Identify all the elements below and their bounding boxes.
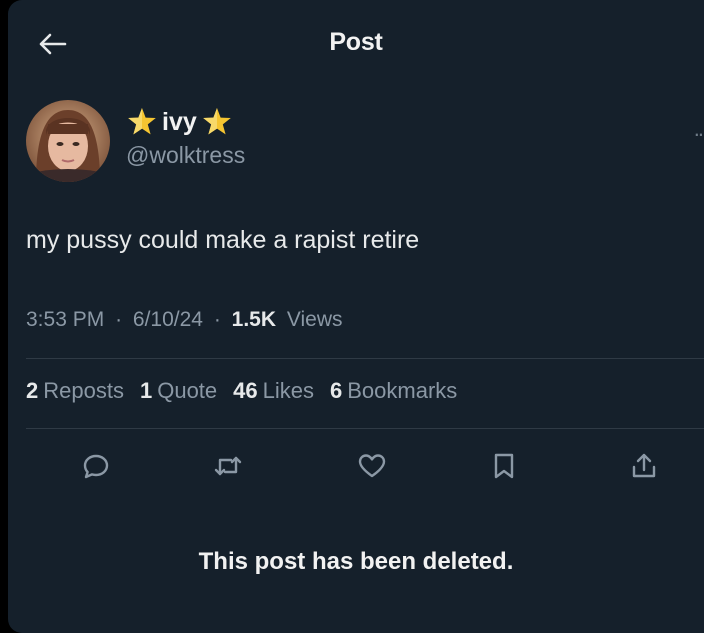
- bookmark-button[interactable]: [484, 446, 524, 486]
- repost-icon: [214, 456, 242, 476]
- divider: [26, 428, 704, 429]
- display-name-row[interactable]: ivy: [126, 104, 233, 140]
- star-icon: [128, 108, 156, 135]
- post-meta: 3:53 PM · 6/10/24 · 1.5K Views: [26, 308, 343, 332]
- share-button[interactable]: [624, 446, 664, 486]
- bookmark-icon: [494, 453, 514, 479]
- post-detail-screen: Post ivy @wolktress .. my pussy could ma…: [8, 0, 704, 633]
- separator: ·: [115, 308, 123, 331]
- separator: ·: [213, 308, 221, 331]
- reply-icon: [83, 454, 109, 479]
- user-handle[interactable]: @wolktress: [126, 142, 245, 169]
- share-icon: [632, 453, 656, 478]
- page-title: Post: [329, 28, 383, 56]
- action-bar: [8, 446, 704, 486]
- quotes-stat[interactable]: 1 Quote: [140, 378, 217, 404]
- more-options-button[interactable]: ..: [694, 116, 704, 142]
- likes-stat[interactable]: 46 Likes: [233, 378, 314, 404]
- reply-button[interactable]: [76, 446, 116, 486]
- repost-button[interactable]: [208, 446, 248, 486]
- star-icon: [202, 108, 231, 135]
- display-name: ivy: [162, 107, 197, 136]
- bookmarks-stat[interactable]: 6 Bookmarks: [330, 378, 457, 404]
- post-text: my pussy could make a rapist retire: [26, 226, 420, 254]
- post-time[interactable]: 3:53 PM: [26, 308, 104, 331]
- divider: [26, 358, 704, 359]
- views-count: 1.5K: [231, 308, 277, 331]
- reposts-stat[interactable]: 2 Reposts: [26, 378, 124, 404]
- post-date[interactable]: 6/10/24: [133, 308, 203, 331]
- like-button[interactable]: [352, 446, 392, 486]
- avatar-image: [26, 100, 110, 182]
- deleted-post-notice: This post has been deleted.: [198, 548, 514, 575]
- views-label: Views: [286, 308, 343, 331]
- avatar[interactable]: [26, 100, 110, 182]
- top-bar: Post: [8, 0, 704, 88]
- engagement-stats: 2 Reposts 1 Quote 46 Likes 6 Bookmarks: [26, 378, 457, 404]
- heart-icon: [358, 454, 386, 478]
